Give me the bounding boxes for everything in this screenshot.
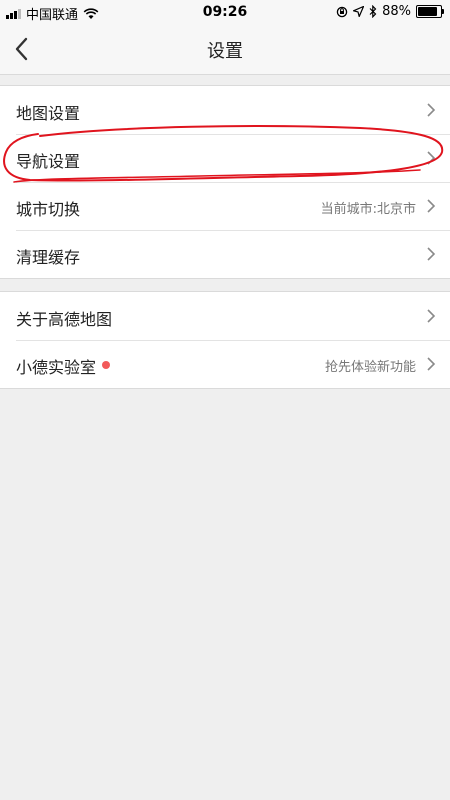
bluetooth-icon <box>369 5 377 18</box>
settings-item-lab[interactable]: 小德实验室 抢先体验新功能 <box>0 340 450 388</box>
red-dot-badge <box>102 361 110 369</box>
battery-icon <box>416 5 444 18</box>
status-right: 88% <box>336 4 444 19</box>
chevron-right-icon <box>427 199 436 213</box>
item-label: 小德实验室 <box>16 358 97 377</box>
item-label: 导航设置 <box>16 152 81 171</box>
chevron-right-icon <box>427 309 436 323</box>
settings-item-city[interactable]: 城市切换 当前城市:北京市 <box>0 182 450 230</box>
nav-bar: 设置 <box>0 24 450 75</box>
chevron-right-icon <box>427 357 436 371</box>
settings-item-clear-cache[interactable]: 清理缓存 <box>0 230 450 278</box>
item-label: 清理缓存 <box>16 248 81 267</box>
settings-item-navigation[interactable]: 导航设置 <box>0 134 450 182</box>
current-city-value: 当前城市:北京市 <box>320 202 416 217</box>
page-title: 设置 <box>207 41 243 62</box>
status-bar: 中国联通 09:26 88% <box>0 0 450 24</box>
chevron-right-icon <box>427 103 436 117</box>
item-label: 城市切换 <box>16 200 81 219</box>
item-value: 抢先体验新功能 <box>324 360 416 375</box>
item-label: 关于高德地图 <box>16 310 113 329</box>
settings-group-about: 关于高德地图 小德实验室 抢先体验新功能 <box>0 291 450 389</box>
chevron-right-icon <box>427 151 436 165</box>
settings-item-about[interactable]: 关于高德地图 <box>0 292 450 340</box>
location-arrow-icon <box>353 6 365 17</box>
battery-percent: 88% <box>382 4 411 19</box>
rotation-lock-icon <box>336 6 348 17</box>
item-label: 地图设置 <box>16 104 81 123</box>
settings-group-main: 地图设置 导航设置 城市切换 当前城市:北京市 清理缓存 <box>0 85 450 279</box>
chevron-right-icon <box>427 247 436 261</box>
settings-item-map[interactable]: 地图设置 <box>0 86 450 134</box>
